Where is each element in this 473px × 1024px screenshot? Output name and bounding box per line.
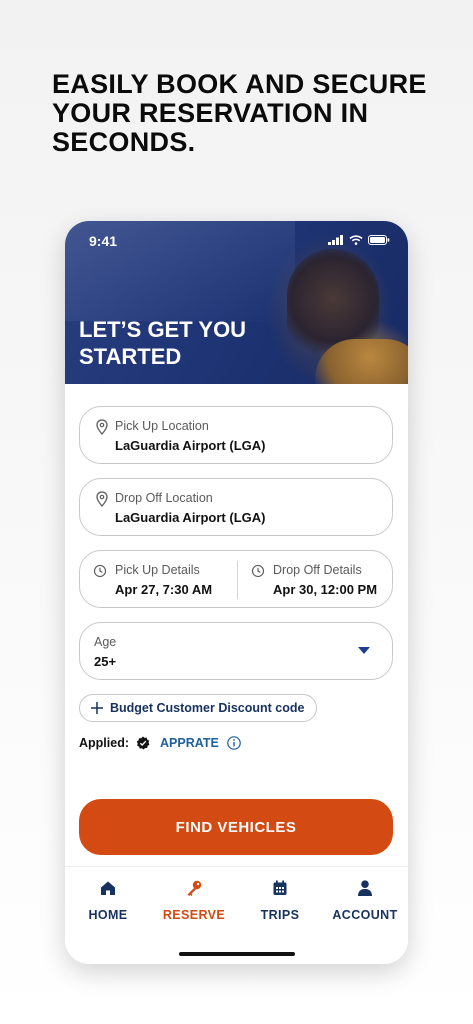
discount-code-button[interactable]: Budget Customer Discount code bbox=[79, 694, 318, 722]
pickup-location-value: LaGuardia Airport (LGA) bbox=[115, 438, 266, 453]
discount-code-label: Budget Customer Discount code bbox=[110, 701, 305, 715]
clock-icon bbox=[93, 564, 107, 578]
pickup-location-label: Pick Up Location bbox=[115, 419, 209, 433]
headline: EASILY BOOK AND SECURE YOUR RESERVATION … bbox=[52, 69, 427, 157]
age-select[interactable]: Age 25+ bbox=[79, 622, 393, 680]
pickup-details[interactable]: Pick Up Details Apr 27, 7:30 AM bbox=[80, 551, 237, 607]
tab-account-label: ACCOUNT bbox=[332, 908, 398, 922]
calendar-icon bbox=[273, 880, 287, 895]
dropoff-details[interactable]: Drop Off Details Apr 30, 12:00 PM bbox=[238, 551, 394, 607]
home-icon bbox=[101, 881, 115, 895]
key-icon bbox=[187, 880, 202, 896]
location-pin-icon bbox=[96, 419, 108, 435]
wifi-icon bbox=[349, 235, 363, 245]
tab-home[interactable]: HOME bbox=[65, 879, 151, 922]
person-icon bbox=[358, 880, 372, 896]
applied-label: Applied: bbox=[79, 736, 129, 750]
applied-rate: Applied: APPRATE bbox=[79, 736, 241, 750]
tab-reserve[interactable]: RESERVE bbox=[151, 879, 237, 922]
dropoff-location-label: Drop Off Location bbox=[115, 491, 213, 505]
caret-down-icon bbox=[358, 647, 370, 654]
pickup-details-label: Pick Up Details bbox=[115, 563, 200, 577]
hero-banner: 9:41 LET’S GET YOU STARTED bbox=[65, 221, 408, 384]
verified-badge-icon bbox=[136, 736, 150, 750]
applied-rate-code[interactable]: APPRATE bbox=[160, 736, 219, 750]
location-pin-icon bbox=[96, 491, 108, 507]
tab-trips[interactable]: TRIPS bbox=[237, 879, 323, 922]
home-indicator bbox=[179, 952, 295, 956]
dropoff-details-label: Drop Off Details bbox=[273, 563, 362, 577]
status-time: 9:41 bbox=[89, 233, 118, 249]
dropoff-location-field[interactable]: Drop Off Location LaGuardia Airport (LGA… bbox=[79, 478, 393, 536]
info-icon[interactable] bbox=[227, 736, 241, 750]
age-label: Age bbox=[94, 635, 117, 649]
dropoff-location-value: LaGuardia Airport (LGA) bbox=[115, 510, 266, 525]
dropoff-details-value: Apr 30, 12:00 PM bbox=[273, 582, 378, 597]
clock-icon bbox=[251, 564, 265, 578]
tab-home-label: HOME bbox=[88, 908, 128, 922]
status-icons bbox=[328, 235, 390, 245]
pickup-details-value: Apr 27, 7:30 AM bbox=[115, 582, 213, 597]
trip-details-field: Pick Up Details Apr 27, 7:30 AM Drop Off… bbox=[79, 550, 393, 608]
find-vehicles-button[interactable]: FIND VEHICLES bbox=[79, 799, 393, 855]
tab-reserve-label: RESERVE bbox=[162, 908, 226, 922]
age-value: 25+ bbox=[94, 654, 117, 669]
battery-icon bbox=[368, 235, 390, 245]
bottom-tab-bar: HOME RESERVE TRIPS ACCOUNT bbox=[65, 866, 408, 964]
tab-account[interactable]: ACCOUNT bbox=[322, 879, 408, 922]
plus-icon bbox=[91, 702, 103, 714]
phone-frame: 9:41 LET’S GET YOU STARTED Pick Up Locat… bbox=[65, 221, 408, 964]
hero-title: LET’S GET YOU STARTED bbox=[79, 317, 247, 369]
pickup-location-field[interactable]: Pick Up Location LaGuardia Airport (LGA) bbox=[79, 406, 393, 464]
tab-trips-label: TRIPS bbox=[260, 908, 300, 922]
signal-icon bbox=[328, 235, 343, 245]
